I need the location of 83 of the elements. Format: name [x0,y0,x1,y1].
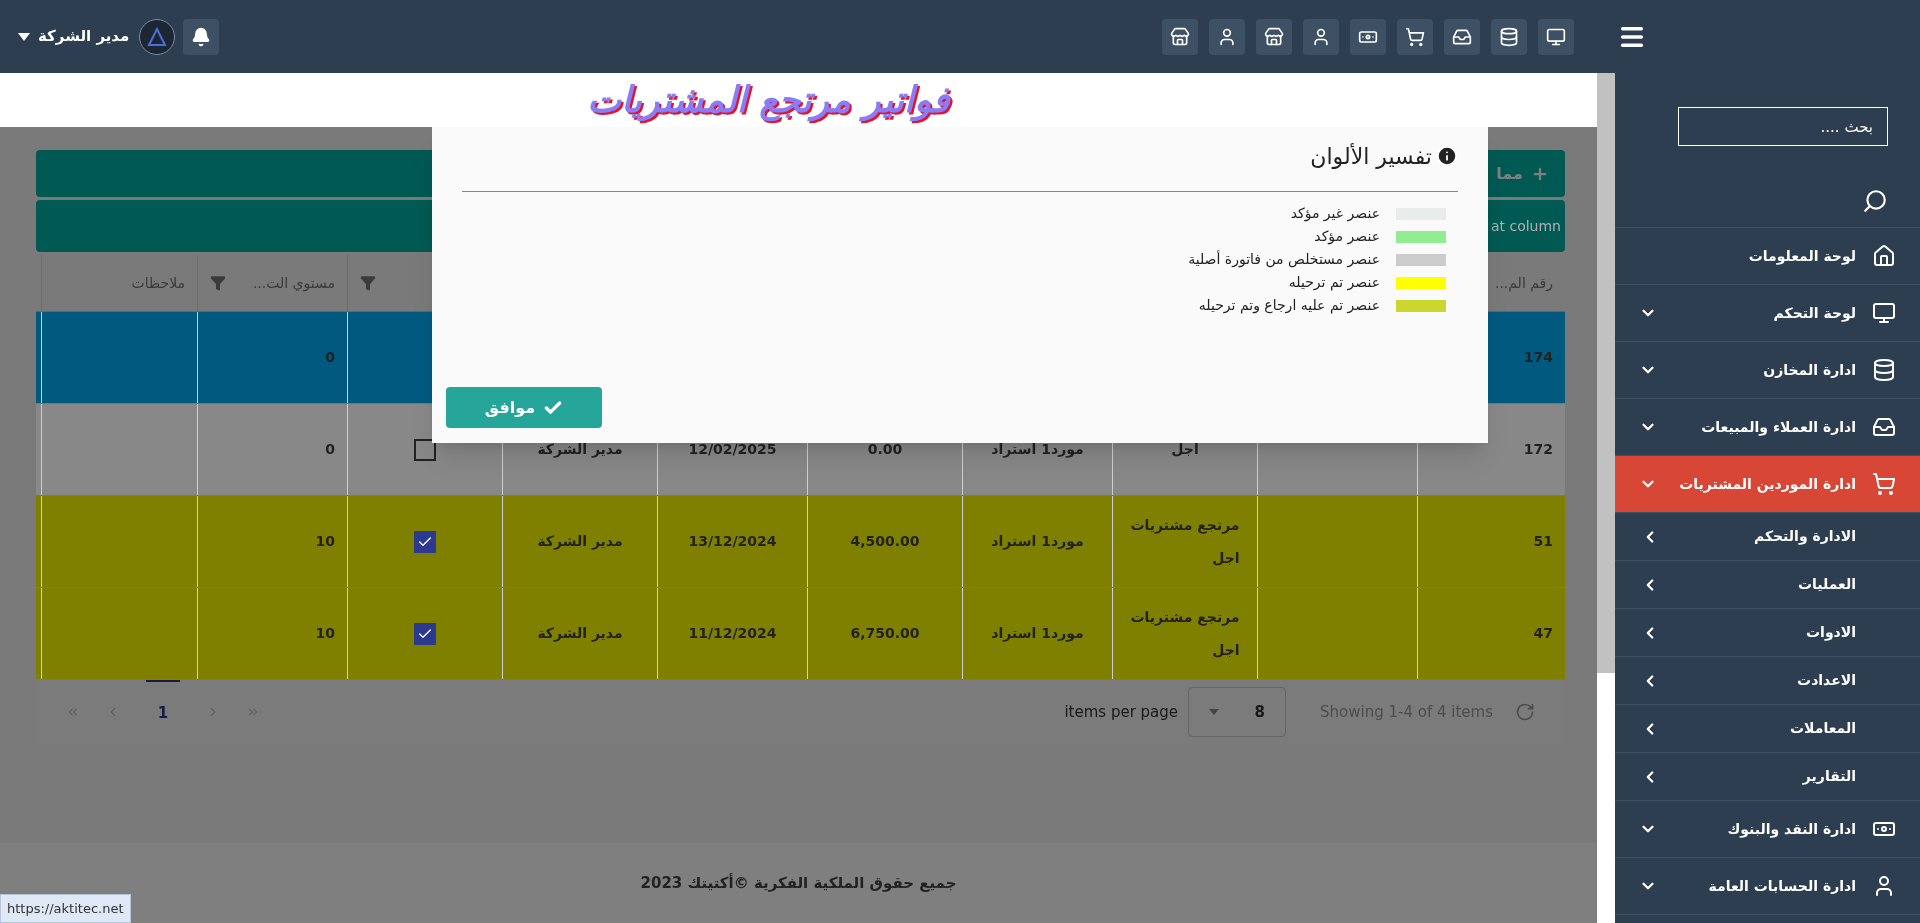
toolbar-button[interactable] [1397,18,1434,55]
table-cell-text: مرتجع مشتريات [1130,515,1240,536]
table-cell-text: 4,500.00 [850,532,920,551]
page-size-label: items per page [1064,701,1179,723]
notifications-button[interactable] [183,18,220,55]
toolbar-button[interactable] [1538,18,1575,55]
toolbar-button[interactable] [1491,18,1528,55]
filter-icon[interactable] [360,275,376,291]
monitor-icon [1546,26,1567,47]
table-cell-text: 174 [1523,348,1553,367]
cart-icon [1405,26,1426,47]
user-menu[interactable]: مدير الشركة [18,25,130,48]
table-cell-text: مرتجع مشتريات [1130,607,1240,628]
table-cell-text: مدير الشركة [537,532,623,552]
copyright-text: جميع حقوق الملكية الفكرية ©أكتيتك 2023 [640,872,957,894]
table-cell-text: اجل [1211,548,1240,568]
submenu-item[interactable]: الاعدادت [1615,657,1920,705]
monitor-icon [1872,301,1896,325]
search-icon[interactable] [1862,188,1888,214]
submenu-item[interactable]: المعاملات [1615,705,1920,753]
legend-label: عنصر تم ترحيله [1288,273,1380,293]
submenu-item[interactable]: الادارة والتحكم [1615,513,1920,561]
sidebar-item[interactable]: ادارة النقد والبنوك [1615,801,1920,858]
cart-icon [1872,472,1896,496]
table-cell-text: مورد1 استراد [991,624,1084,644]
table-cell-text: 11/12/2024 [688,624,777,643]
page-size-select[interactable]: 8 [1188,687,1287,737]
checkbox[interactable] [414,622,436,645]
sidebar-item[interactable]: ادارة الحسابات العامة [1615,858,1920,915]
table-cell-text: 6,750.00 [850,624,920,643]
legend-label: عنصر مستخلص من فاتورة أصلية [1188,249,1380,270]
table-cell-text: 0 [325,440,335,459]
dialog-title: تفسير الألوان [1310,142,1432,171]
sidebar-item[interactable]: ادارة المخازن [1615,342,1920,399]
toolbar-button[interactable] [1256,18,1293,55]
caret-icon [1209,709,1220,715]
scrollbar-thumb[interactable] [1597,73,1615,673]
bell-icon [191,26,212,47]
legend-label: عنصر مؤكد [1314,227,1380,247]
table-cell-text: مورد1 استراد [991,532,1084,552]
store-icon [1170,26,1191,47]
table-cell-text: 51 [1533,532,1553,551]
table-cell-text: 0 [325,348,335,367]
home-icon [1872,244,1896,268]
table-cell-text: اجل [1171,440,1199,459]
group-hint: at column [1490,216,1561,236]
info-icon [1436,145,1458,167]
legend-label: عنصر تم عليه ارجاع وتم ترحيله [1198,296,1380,316]
table-cell-text: 10 [315,532,335,551]
toolbar-button[interactable] [1444,18,1481,55]
table-cell-text: 0.00 [867,440,903,459]
submenu-item[interactable]: التقارير [1615,753,1920,801]
submenu-item[interactable]: الادوات [1615,609,1920,657]
table-cell-text: 12/02/2025 [688,440,777,459]
page-title: فواتير مرتجع المشتريات [587,78,950,124]
page-button[interactable]: 1 [146,680,180,744]
table-cell-text: اجل [1211,640,1240,660]
store-icon [1264,26,1285,47]
table-cell-text: 172 [1523,440,1553,459]
checkbox[interactable] [414,530,436,553]
toolbar-button[interactable] [1303,18,1340,55]
database-icon [1872,358,1896,382]
sidebar-item[interactable]: لوحة التحكم [1615,285,1920,342]
table-cell-text: 13/12/2024 [688,532,777,551]
sidebar-item[interactable]: لوحة المعلومات [1615,228,1920,285]
sidebar-item[interactable]: ادارة الموردين المشتريات [1615,456,1920,513]
database-icon [1499,26,1520,47]
table-cell-text: مورد1 استراد [991,440,1084,460]
table-cell-text: مدير الشركة [537,440,623,460]
table-cell-text: 10 [315,624,335,643]
table-cell-text: 47 [1533,624,1553,643]
checkbox[interactable] [414,438,436,461]
filter-icon[interactable] [210,275,226,291]
toolbar-button[interactable] [1209,18,1246,55]
submenu-item[interactable]: العمليات [1615,561,1920,609]
legend-label: عنصر غير مؤكد [1290,204,1380,224]
toolbar-button[interactable] [1162,18,1199,55]
search-field[interactable]: بحث .... [1678,107,1888,146]
caret-icon [18,32,30,41]
inbox-icon [1872,415,1896,439]
avatar-icon [139,18,176,55]
table-cell-text: مدير الشركة [537,624,623,644]
toolbar-button[interactable] [1350,18,1387,55]
